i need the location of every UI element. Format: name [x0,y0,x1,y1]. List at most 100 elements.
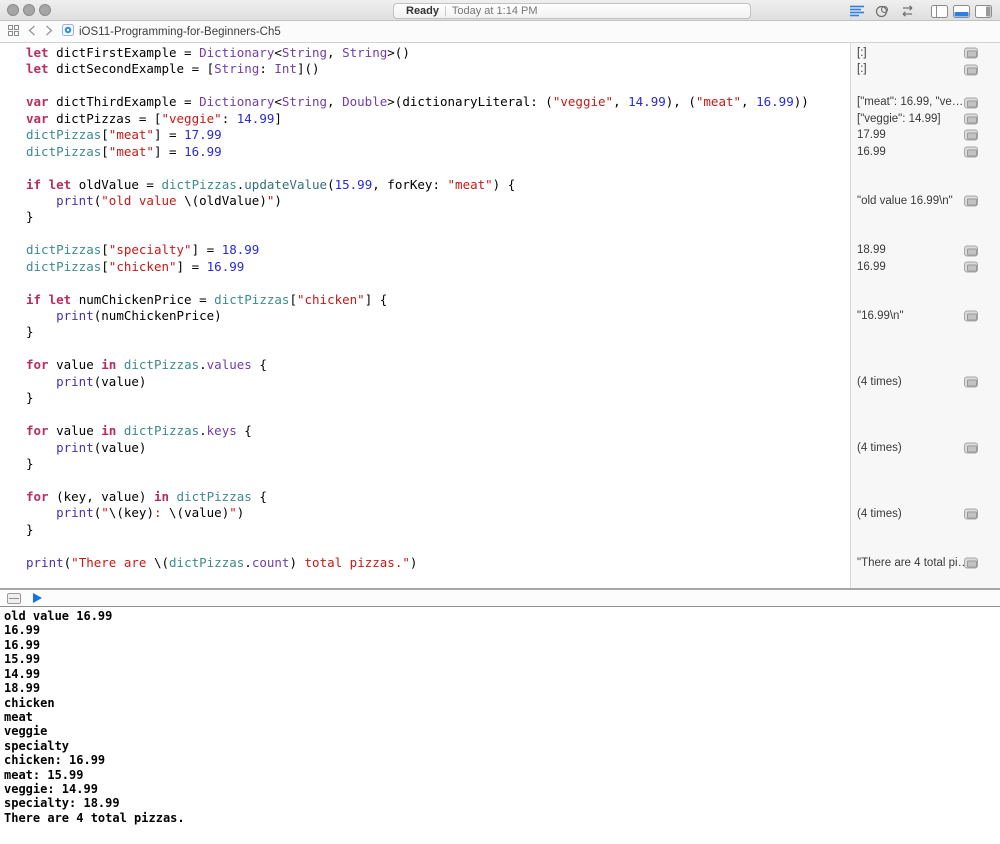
console-line: meat: 15.99 [4,768,1000,782]
result-row: [:] [851,45,1000,61]
code-line [26,472,850,488]
code-line: let dictFirstExample = Dictionary<String… [26,45,850,61]
result-value: "old value 16.99\n" [857,195,953,207]
code-line: } [26,522,850,538]
result-row: "There are 4 total pi… [851,555,1000,571]
result-value: "16.99\n" [857,310,904,322]
status-text: Ready [406,5,439,17]
results-sidebar: [:] [:] ["meat": 16.99, "ve… ["veggie": 14.… [850,43,1000,588]
console-toolbar [0,589,1000,607]
console-line: 14.99 [4,667,1000,681]
code-line: print("There are \(dictPizzas.count) tot… [26,555,850,571]
window-titlebar: Ready | Today at 1:14 PM [0,0,1000,21]
console-output: old value 16.9916.9916.9915.9914.9918.99… [0,607,1000,840]
console-line: 16.99 [4,623,1000,637]
code-line: } [26,209,850,225]
show-result-button[interactable] [964,311,978,322]
code-line [26,226,850,242]
show-result-button[interactable] [964,97,978,108]
code-line [26,160,850,176]
breadcrumb[interactable]: iOS11-Programming-for-Beginners-Ch5 [62,24,281,39]
result-value: ["veggie": 14.99] [857,113,941,125]
status-time: Today at 1:14 PM [452,5,538,17]
result-row: (4 times) [851,440,1000,456]
show-result-button[interactable] [964,245,978,256]
result-row: [:] [851,61,1000,77]
show-result-button[interactable] [964,196,978,207]
code-line [26,78,850,94]
code-line: dictPizzas["chicken"] = 16.99 [26,259,850,275]
code-line: dictPizzas["meat"] = 16.99 [26,144,850,160]
code-line [26,538,850,554]
show-result-button[interactable] [964,48,978,59]
console-toggle-icon[interactable] [7,593,21,604]
code-line: } [26,324,850,340]
console-line: veggie: 14.99 [4,782,1000,796]
close-button[interactable] [7,4,19,16]
zoom-button[interactable] [39,4,51,16]
console-line: specialty [4,739,1000,753]
show-result-button[interactable] [964,64,978,75]
show-result-button[interactable] [964,146,978,157]
console-line: 18.99 [4,681,1000,695]
result-value: 16.99 [857,261,886,273]
code-line: if let numChickenPrice = dictPizzas["chi… [26,292,850,308]
result-row: (4 times) [851,374,1000,390]
debug-area-panel-toggle[interactable] [953,5,970,18]
result-value: (4 times) [857,376,902,388]
code-line: for value in dictPizzas.values { [26,357,850,373]
show-result-button[interactable] [964,377,978,388]
result-row: 17.99 [851,127,1000,143]
code-line: var dictThirdExample = Dictionary<String… [26,94,850,110]
inspectors-panel-toggle[interactable] [975,5,992,18]
code-line: dictPizzas["specialty"] = 18.99 [26,242,850,258]
console-line: chicken: 16.99 [4,753,1000,767]
code-line [26,407,850,423]
code-line: print("old value \(oldValue)") [26,193,850,209]
console-line: chicken [4,696,1000,710]
result-row: ["veggie": 14.99] [851,111,1000,127]
result-value: ["meat": 16.99, "ve… [857,96,963,108]
result-row: ["meat": 16.99, "ve… [851,94,1000,110]
related-items-grid-icon[interactable] [8,23,19,41]
toolbar-right [850,3,992,19]
code-editor[interactable]: let dictFirstExample = Dictionary<String… [0,43,850,588]
show-result-button[interactable] [964,558,978,569]
console-line: specialty: 18.99 [4,796,1000,810]
code-line: print(value) [26,440,850,456]
code-line [26,341,850,357]
result-value: "There are 4 total pi… [857,557,969,569]
show-result-button[interactable] [964,130,978,141]
code-line: print(value) [26,374,850,390]
playground-file-icon [62,24,74,39]
navigator-panel-toggle[interactable] [931,5,948,18]
result-value: 18.99 [857,244,886,256]
code-line: if let oldValue = dictPizzas.updateValue… [26,177,850,193]
code-line: let dictSecondExample = [String: Int]() [26,61,850,77]
code-line [26,275,850,291]
result-row: "old value 16.99\n" [851,193,1000,209]
status-separator: | [444,5,447,17]
assistant-editor-icon[interactable] [875,5,890,18]
standard-editor-icon[interactable] [850,5,866,17]
run-play-icon[interactable] [33,593,42,603]
code-line: print("\(key): \(value)") [26,505,850,521]
jump-bar: iOS11-Programming-for-Beginners-Ch5 [0,21,1000,43]
result-value: [:] [857,47,867,59]
code-line: for (key, value) in dictPizzas { [26,489,850,505]
result-row: 16.99 [851,259,1000,275]
code-line: for value in dictPizzas.keys { [26,423,850,439]
show-result-button[interactable] [964,114,978,125]
show-result-button[interactable] [964,443,978,454]
show-result-button[interactable] [964,508,978,519]
console-line: veggie [4,724,1000,738]
back-chevron-icon[interactable] [28,23,36,41]
minimize-button[interactable] [23,4,35,16]
version-editor-icon[interactable] [899,5,916,17]
console-line: 15.99 [4,652,1000,666]
code-line: } [26,456,850,472]
show-result-button[interactable] [964,262,978,273]
result-row: 18.99 [851,242,1000,258]
result-value: (4 times) [857,508,902,520]
forward-chevron-icon[interactable] [45,23,53,41]
